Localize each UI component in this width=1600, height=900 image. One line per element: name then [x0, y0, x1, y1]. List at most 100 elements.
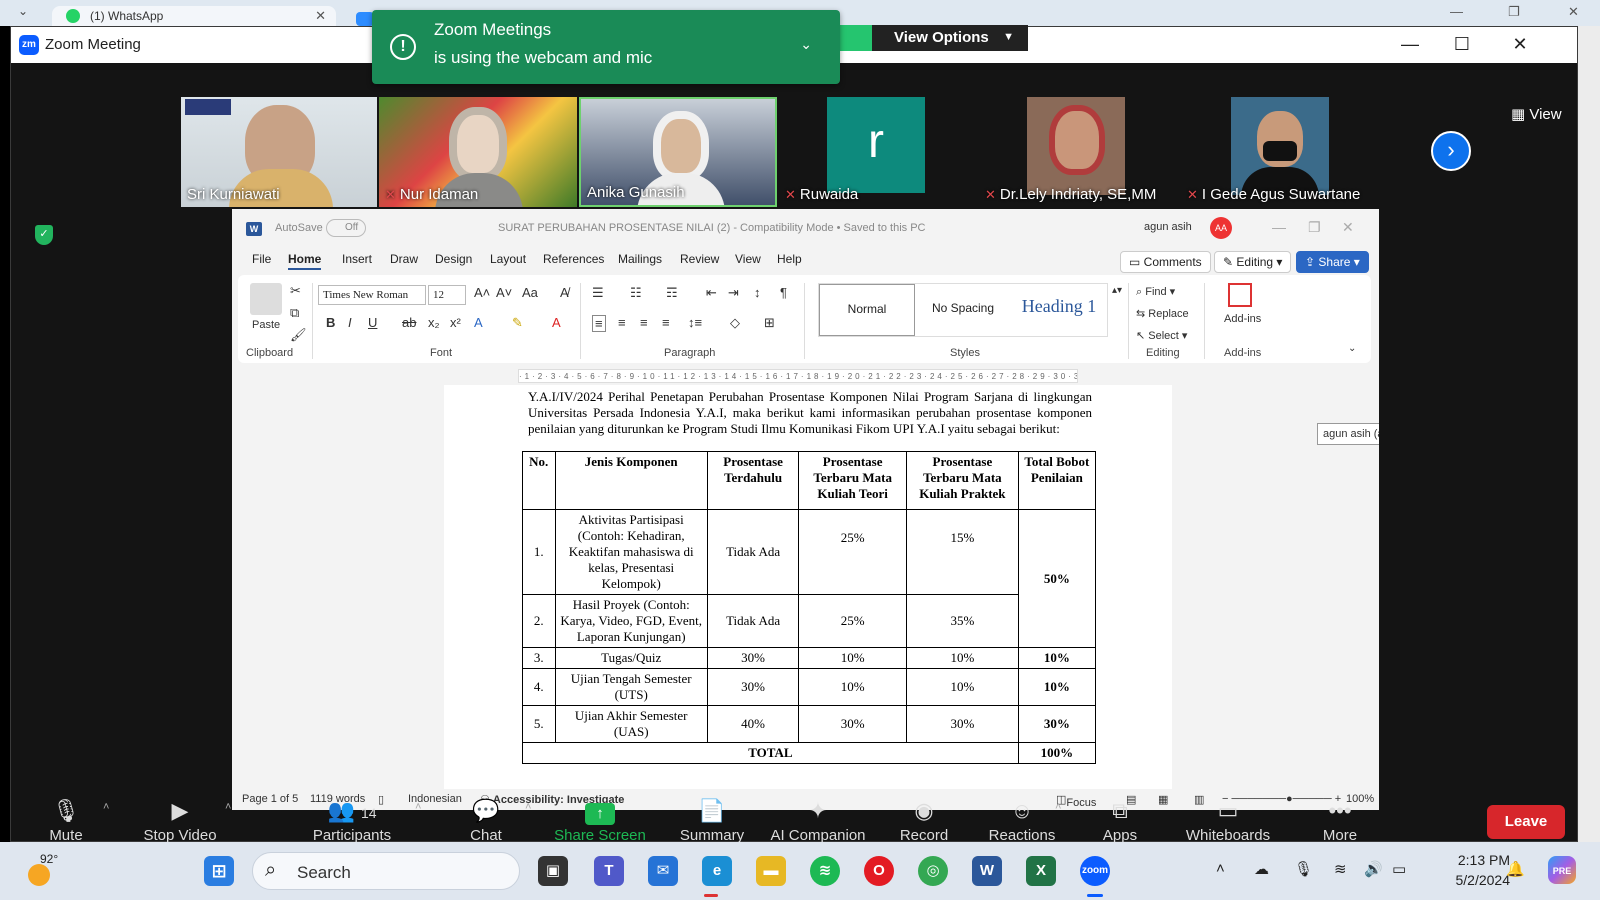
minimize-icon[interactable]: —: [1395, 33, 1425, 57]
increase-indent-icon[interactable]: ⇥: [728, 285, 739, 301]
underline-icon[interactable]: U: [368, 315, 377, 330]
whiteboards-button[interactable]: ▭ Whiteboards: [1173, 797, 1283, 844]
tab-insert[interactable]: Insert: [342, 252, 372, 266]
participant-tile[interactable]: ✕ Nur Idaman: [379, 97, 577, 207]
tab-draw[interactable]: Draw: [390, 252, 418, 266]
summary-button[interactable]: 📄 Summary: [657, 797, 767, 844]
volume-icon[interactable]: 🔊: [1364, 860, 1383, 878]
video-options-chevron-icon[interactable]: ˄: [225, 801, 231, 813]
add-ins-icon[interactable]: [1228, 283, 1252, 307]
microphone-tray-icon[interactable]: 🎙: [1294, 860, 1313, 878]
taskbar-clock[interactable]: 2:13 PM 5/2/2024: [1440, 850, 1511, 890]
align-center-icon[interactable]: ≡: [618, 315, 626, 330]
strikethrough-icon[interactable]: ab: [402, 315, 416, 330]
view-button[interactable]: ▦ View: [1511, 105, 1562, 123]
onedrive-cloud-icon[interactable]: ☁: [1254, 860, 1269, 878]
opera-icon[interactable]: O: [864, 856, 894, 886]
spotify-icon[interactable]: ≋: [810, 856, 840, 886]
participant-tile[interactable]: ✕ Dr.Lely Indriaty, SE,MM: [979, 97, 1179, 207]
copy-icon[interactable]: ⧉: [290, 305, 299, 321]
shrink-font-icon[interactable]: A˅: [496, 285, 512, 300]
paste-button[interactable]: Paste: [252, 319, 280, 331]
excel-icon[interactable]: X: [1026, 856, 1056, 886]
expand-chevron-icon[interactable]: ⌄: [800, 36, 812, 53]
word-restore-icon[interactable]: ❐: [1308, 219, 1321, 236]
bold-icon[interactable]: B: [326, 315, 335, 330]
mail-icon[interactable]: ✉: [648, 856, 678, 886]
share-button[interactable]: ⇪ Share ▾: [1296, 251, 1369, 273]
stop-video-button[interactable]: ▶ Stop Video: [125, 797, 235, 844]
align-left-icon[interactable]: ≡: [592, 315, 606, 332]
change-case-icon[interactable]: Aa: [522, 285, 538, 300]
record-button[interactable]: ◉ Record: [869, 797, 979, 844]
shading-icon[interactable]: ◇: [730, 315, 740, 331]
notification-bell-icon[interactable]: 🔔: [1506, 860, 1525, 878]
document-page[interactable]: Y.A.I/IV/2024 Perihal Penetapan Perubaha…: [444, 385, 1172, 810]
participant-tile[interactable]: r ✕ Ruwaida: [779, 97, 977, 207]
edge-icon[interactable]: e: [702, 856, 732, 886]
highlight-icon[interactable]: ✎: [512, 315, 523, 331]
style-no-spacing[interactable]: No Spacing: [915, 284, 1011, 336]
italic-icon[interactable]: I: [348, 315, 352, 330]
justify-icon[interactable]: ≡: [662, 315, 670, 330]
editing-mode-button[interactable]: ✎ Editing ▾: [1214, 251, 1292, 273]
font-color-icon[interactable]: A: [552, 315, 561, 330]
browser-tab-whatsapp[interactable]: (1) WhatsApp ✕: [52, 6, 336, 26]
superscript-icon[interactable]: x²: [450, 315, 461, 330]
show-formatting-icon[interactable]: ¶: [780, 285, 787, 300]
replace-button[interactable]: ⇆ Replace: [1136, 307, 1189, 320]
leave-button[interactable]: Leave: [1487, 805, 1565, 839]
bullets-icon[interactable]: ☰: [592, 285, 604, 301]
line-spacing-icon[interactable]: ↕≡: [688, 315, 702, 330]
word-taskbar-icon[interactable]: W: [972, 856, 1002, 886]
tab-mailings[interactable]: Mailings: [618, 252, 662, 266]
select-button[interactable]: ↖ Select ▾: [1136, 329, 1187, 342]
align-right-icon[interactable]: ≡: [640, 315, 648, 330]
participant-tile-active-speaker[interactable]: Anika Gunasih: [579, 97, 777, 207]
cut-icon[interactable]: ✂: [290, 283, 301, 299]
ai-companion-button[interactable]: ✦ AI Companion: [763, 797, 873, 844]
multilevel-list-icon[interactable]: ☶: [666, 285, 678, 301]
collapse-ribbon-icon[interactable]: ⌄: [1348, 343, 1356, 354]
webcam-mic-notification[interactable]: ! Zoom Meetings is using the webcam and …: [372, 10, 840, 84]
word-minimize-icon[interactable]: —: [1272, 219, 1286, 235]
tab-view[interactable]: View: [735, 252, 761, 266]
autosave-toggle[interactable]: Off: [326, 219, 366, 237]
sort-icon[interactable]: ↕: [754, 285, 761, 300]
wifi-icon[interactable]: ≋: [1334, 860, 1347, 878]
weather-widget[interactable]: 92°: [24, 852, 64, 886]
subscript-icon[interactable]: x₂: [428, 315, 440, 330]
participant-tile[interactable]: Sri Kurniawati: [181, 97, 377, 207]
decrease-indent-icon[interactable]: ⇤: [706, 285, 717, 301]
file-explorer-icon[interactable]: ▬: [756, 856, 786, 886]
comments-button[interactable]: ▭ Comments: [1120, 251, 1211, 273]
taskbar-search[interactable]: ⌕ Search: [252, 852, 520, 890]
close-icon[interactable]: ✕: [1505, 33, 1535, 57]
tab-references[interactable]: References: [543, 252, 604, 266]
browser-minimize-icon[interactable]: —: [1450, 4, 1463, 19]
hidden-icons-chevron-icon[interactable]: ˄: [1216, 860, 1225, 877]
tab-home[interactable]: Home: [288, 252, 322, 270]
copilot-icon[interactable]: PRE: [1548, 856, 1576, 884]
task-view-icon[interactable]: ▣: [538, 856, 568, 886]
participant-tile[interactable]: ✕ I Gede Agus Suwartane: [1181, 97, 1381, 207]
tab-review[interactable]: Review: [680, 252, 719, 266]
close-tab-icon[interactable]: ✕: [315, 8, 326, 24]
participants-button[interactable]: 👥 14 Participants: [297, 797, 407, 844]
browser-maximize-icon[interactable]: ❐: [1508, 4, 1520, 20]
browser-close-icon[interactable]: ✕: [1568, 4, 1579, 20]
zoom-taskbar-icon[interactable]: zoom: [1080, 856, 1110, 886]
tab-layout[interactable]: Layout: [490, 252, 526, 266]
next-page-button[interactable]: ›: [1431, 131, 1471, 171]
user-avatar[interactable]: AA: [1210, 217, 1232, 239]
apps-button[interactable]: ⧉ Apps: [1065, 797, 1175, 844]
battery-icon[interactable]: ▭: [1392, 860, 1406, 878]
font-name-select[interactable]: Times New Roman: [318, 285, 426, 305]
grow-font-icon[interactable]: A˄: [474, 285, 490, 300]
borders-icon[interactable]: ⊞: [764, 315, 775, 331]
format-painter-icon[interactable]: 🖌: [290, 327, 307, 343]
tab-design[interactable]: Design: [435, 252, 472, 266]
clear-formatting-icon[interactable]: A̸: [560, 285, 569, 300]
numbering-icon[interactable]: ☷: [630, 285, 642, 301]
view-options-button[interactable]: View Options ▼: [872, 25, 1028, 51]
